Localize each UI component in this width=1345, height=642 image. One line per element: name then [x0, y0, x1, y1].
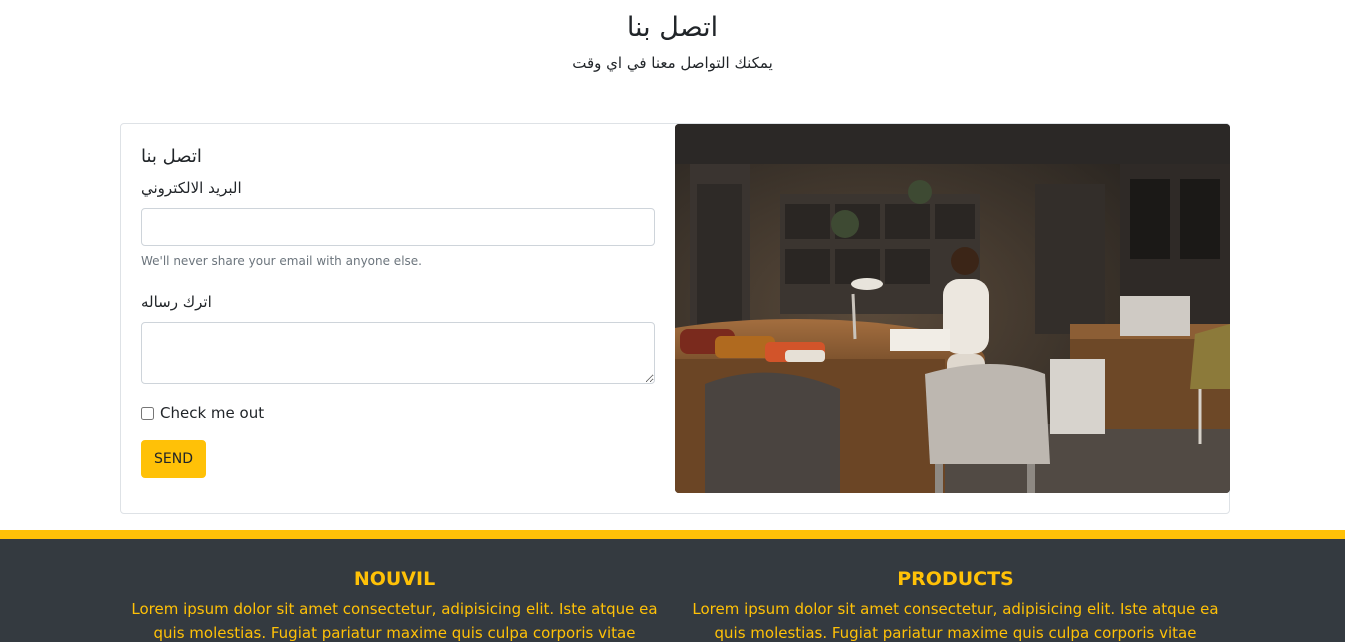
footer-text: Lorem ipsum dolor sit amet consectetur, … — [131, 600, 658, 642]
footer-heading: NOUVIL — [353, 568, 436, 590]
check-me-out-checkbox[interactable] — [141, 406, 154, 420]
check-me-out-row: Check me out — [141, 403, 656, 423]
workshop-photo — [675, 124, 1230, 493]
page-title: اتصل بنا — [626, 12, 719, 43]
check-me-out-label[interactable]: Check me out — [160, 403, 264, 423]
send-button[interactable]: SEND — [141, 440, 206, 478]
contact-form: اتصل بنا البريد الالكتروني We'll never s… — [141, 144, 656, 478]
email-field[interactable] — [141, 208, 655, 246]
email-label: البريد الالكتروني — [141, 179, 242, 197]
footer-column-products: PRODUCTS Lorem ipsum dolor sit amet cons… — [683, 567, 1228, 642]
email-help-text: We'll never share your email with anyone… — [141, 254, 422, 268]
page-header: اتصل بنا يمكنك التواصل معنا في اي وقت — [0, 10, 1345, 73]
form-title: اتصل بنا — [141, 146, 202, 167]
message-label: اترك رساله — [141, 293, 212, 311]
footer-heading: PRODUCTS — [897, 568, 1014, 590]
footer: NOUVIL Lorem ipsum dolor sit amet consec… — [0, 530, 1345, 642]
contact-card: اتصل بنا البريد الالكتروني We'll never s… — [120, 123, 1230, 514]
footer-column-nouvil: NOUVIL Lorem ipsum dolor sit amet consec… — [122, 567, 667, 642]
workshop-photo-illustration — [675, 124, 1230, 493]
footer-text: Lorem ipsum dolor sit amet consectetur, … — [692, 600, 1219, 642]
page-subtitle: يمكنك التواصل معنا في اي وقت — [572, 54, 773, 72]
message-field[interactable] — [141, 322, 655, 384]
